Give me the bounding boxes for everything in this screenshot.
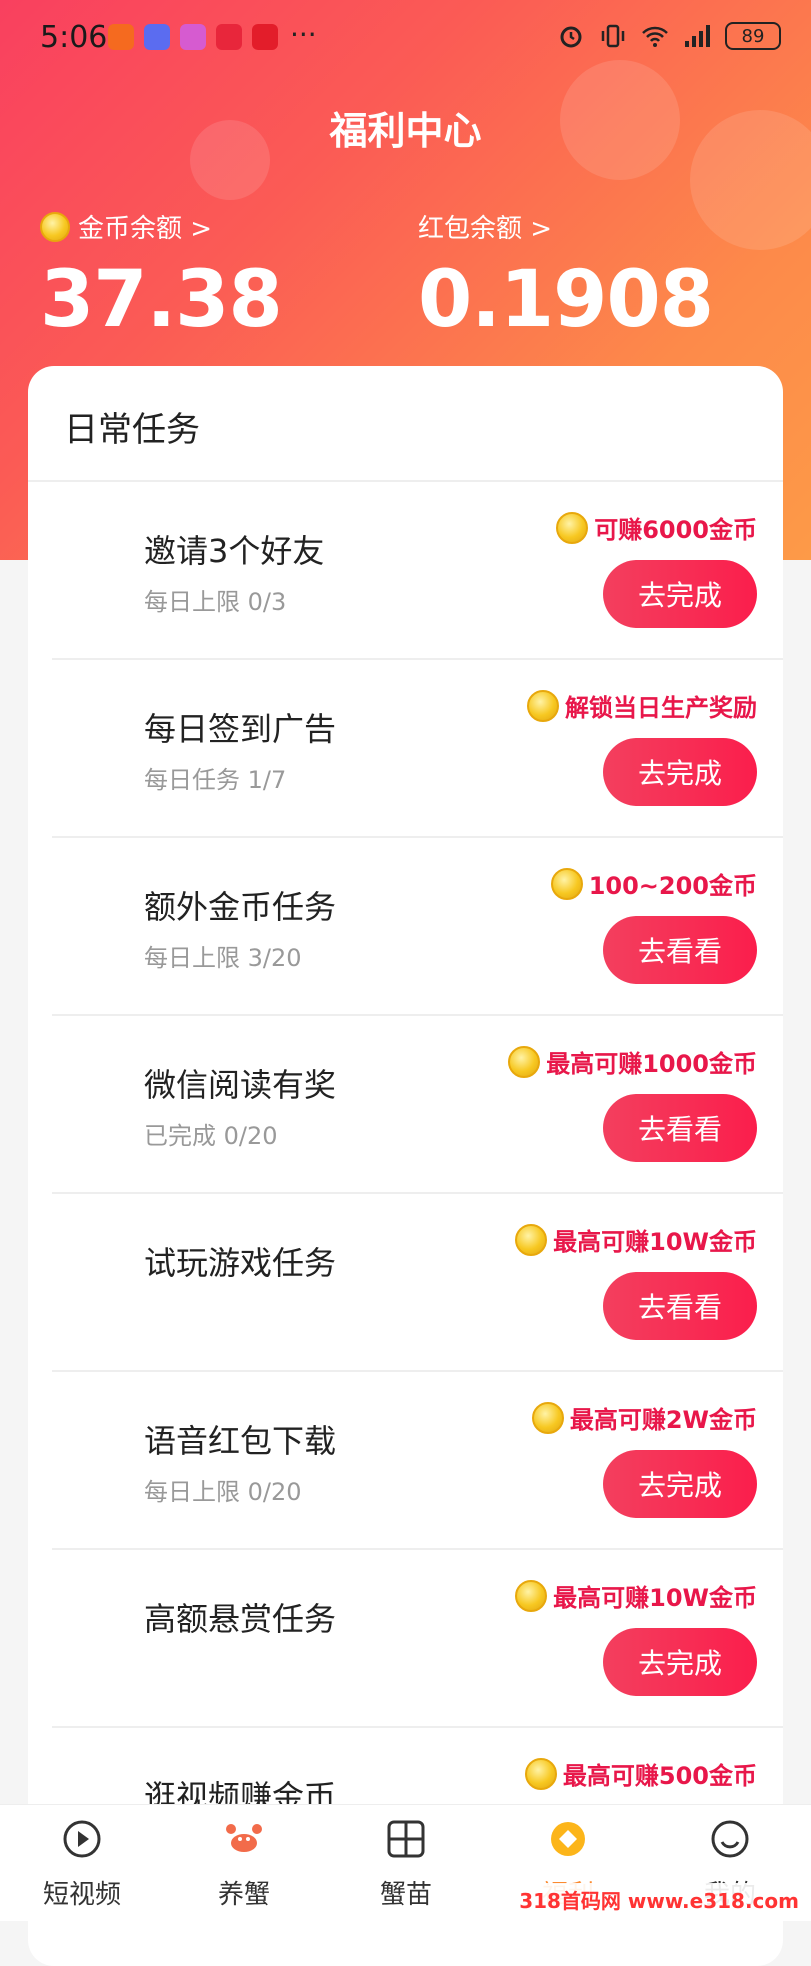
- task-reward: 100~200金币: [550, 866, 757, 901]
- coin-icon: [551, 1822, 585, 1856]
- task-reward: 最高可赚500金币: [524, 1756, 757, 1791]
- play-icon: [63, 1820, 101, 1858]
- smile-icon: [711, 1820, 749, 1858]
- task-reward: 可赚6000金币: [556, 510, 757, 545]
- task-reward-text: 最高可赚500金币: [562, 1762, 757, 1790]
- task-name: 额外金币任务: [144, 888, 337, 926]
- coin-icon: [556, 511, 589, 544]
- task-reward-text: 100~200金币: [588, 872, 757, 900]
- vibrate-icon: [601, 24, 625, 48]
- alarm-icon: [560, 26, 582, 48]
- redpacket-balance[interactable]: 红包余额 > 0.1908: [418, 208, 714, 345]
- tab-label: 蟹苗: [379, 1880, 432, 1910]
- coin-icon: [531, 1401, 564, 1434]
- app-notification-icon: [144, 24, 170, 50]
- task-progress: 每日上限 0/3: [144, 588, 287, 616]
- coin-icon: [40, 211, 70, 242]
- task-action-button[interactable]: 去完成: [603, 738, 757, 806]
- task-progress: 每日上限 0/20: [144, 1478, 302, 1506]
- redpacket-balance-label: 红包余额 >: [418, 214, 553, 244]
- task-progress: 已完成 0/20: [144, 1122, 278, 1150]
- task-action-button[interactable]: 去看看: [603, 1272, 757, 1340]
- task-reward: 最高可赚10W金币: [515, 1578, 757, 1613]
- app-notification-icon: [252, 24, 278, 50]
- task-action-button[interactable]: 去看看: [603, 916, 757, 984]
- daily-tasks-card: 日常任务 邀请3个好友 每日上限 0/3 可赚6000金币 去完成 每日签到广告…: [28, 366, 783, 1966]
- coin-icon: [508, 1045, 541, 1078]
- task-reward-text: 可赚6000金币: [594, 516, 757, 544]
- task-reward: 最高可赚10W金币: [515, 1222, 757, 1257]
- status-bar: 5:06 ··· 89: [0, 0, 811, 80]
- wifi-icon: [642, 26, 668, 47]
- task-row: 语音红包下载 每日上限 0/20 最高可赚2W金币 去完成: [52, 1372, 783, 1550]
- tab-label: 养蟹: [217, 1880, 270, 1910]
- coin-icon: [524, 1757, 557, 1790]
- tab-crab-seedlings[interactable]: 蟹苗: [346, 1819, 466, 1911]
- task-row: 微信阅读有奖 已完成 0/20 最高可赚1000金币 去看看: [52, 1016, 783, 1194]
- task-reward: 最高可赚1000金币: [508, 1044, 757, 1079]
- task-row: 高额悬赏任务 最高可赚10W金币 去完成: [52, 1550, 783, 1728]
- coin-icon: [515, 1223, 548, 1256]
- app-notification-icon: [216, 24, 242, 50]
- coin-icon: [527, 689, 559, 722]
- redpacket-balance-value: 0.1908: [418, 255, 714, 345]
- task-name: 试玩游戏任务: [144, 1244, 337, 1282]
- task-reward-text: 最高可赚10W金币: [553, 1584, 757, 1612]
- page-title: 福利中心: [329, 109, 482, 153]
- task-reward: 解锁当日生产奖励: [527, 688, 757, 723]
- task-row: 邀请3个好友 每日上限 0/3 可赚6000金币 去完成: [52, 482, 783, 660]
- status-system-icons: 89: [557, 22, 781, 50]
- coin-icon: [515, 1579, 548, 1612]
- signal-icon: [685, 25, 710, 47]
- task-reward-text: 最高可赚2W金币: [569, 1406, 757, 1434]
- coin-balance-label: 金币余额 >: [78, 214, 213, 244]
- task-progress: 每日上限 3/20: [144, 944, 302, 972]
- task-reward-text: 最高可赚10W金币: [553, 1228, 757, 1256]
- task-reward: 最高可赚2W金币: [531, 1400, 757, 1435]
- watermark: 318首码网 www.e318.com: [513, 1883, 805, 1916]
- task-name: 邀请3个好友: [144, 532, 325, 570]
- task-reward-text: 最高可赚1000金币: [546, 1050, 757, 1078]
- task-reward-text: 解锁当日生产奖励: [565, 694, 757, 722]
- status-time: 5:06: [40, 20, 108, 55]
- tab-crab-farming[interactable]: 养蟹: [184, 1819, 304, 1911]
- task-name: 微信阅读有奖: [144, 1066, 337, 1104]
- task-action-button[interactable]: 去看看: [603, 1094, 757, 1162]
- task-name: 高额悬赏任务: [144, 1600, 337, 1638]
- tab-label: 短视频: [42, 1880, 121, 1910]
- battery-icon: 89: [725, 22, 781, 50]
- app-notification-icon: [108, 24, 134, 50]
- task-action-button[interactable]: 去完成: [603, 1628, 757, 1696]
- task-row: 额外金币任务 每日上限 3/20 100~200金币 去看看: [52, 838, 783, 1016]
- status-app-icons: [108, 24, 278, 50]
- task-row: 试玩游戏任务 最高可赚10W金币 去看看: [52, 1194, 783, 1372]
- app-notification-icon: [180, 24, 206, 50]
- coin-balance-value: 37.38: [40, 255, 283, 345]
- task-action-button[interactable]: 去完成: [603, 1450, 757, 1518]
- task-row: 每日签到广告 每日任务 1/7 解锁当日生产奖励 去完成: [52, 660, 783, 838]
- section-title: 日常任务: [64, 410, 200, 450]
- tab-short-video[interactable]: 短视频: [22, 1819, 142, 1911]
- grid-icon: [387, 1820, 425, 1858]
- coin-icon: [550, 867, 583, 900]
- crab-icon: [226, 1824, 262, 1852]
- task-name: 每日签到广告: [144, 710, 337, 748]
- task-action-button[interactable]: 去完成: [603, 560, 757, 628]
- task-progress: 每日任务 1/7: [144, 766, 287, 794]
- task-name: 语音红包下载: [144, 1422, 337, 1460]
- status-more-icon: ···: [290, 18, 317, 51]
- coin-balance[interactable]: 金币余额 > 37.38: [40, 208, 283, 345]
